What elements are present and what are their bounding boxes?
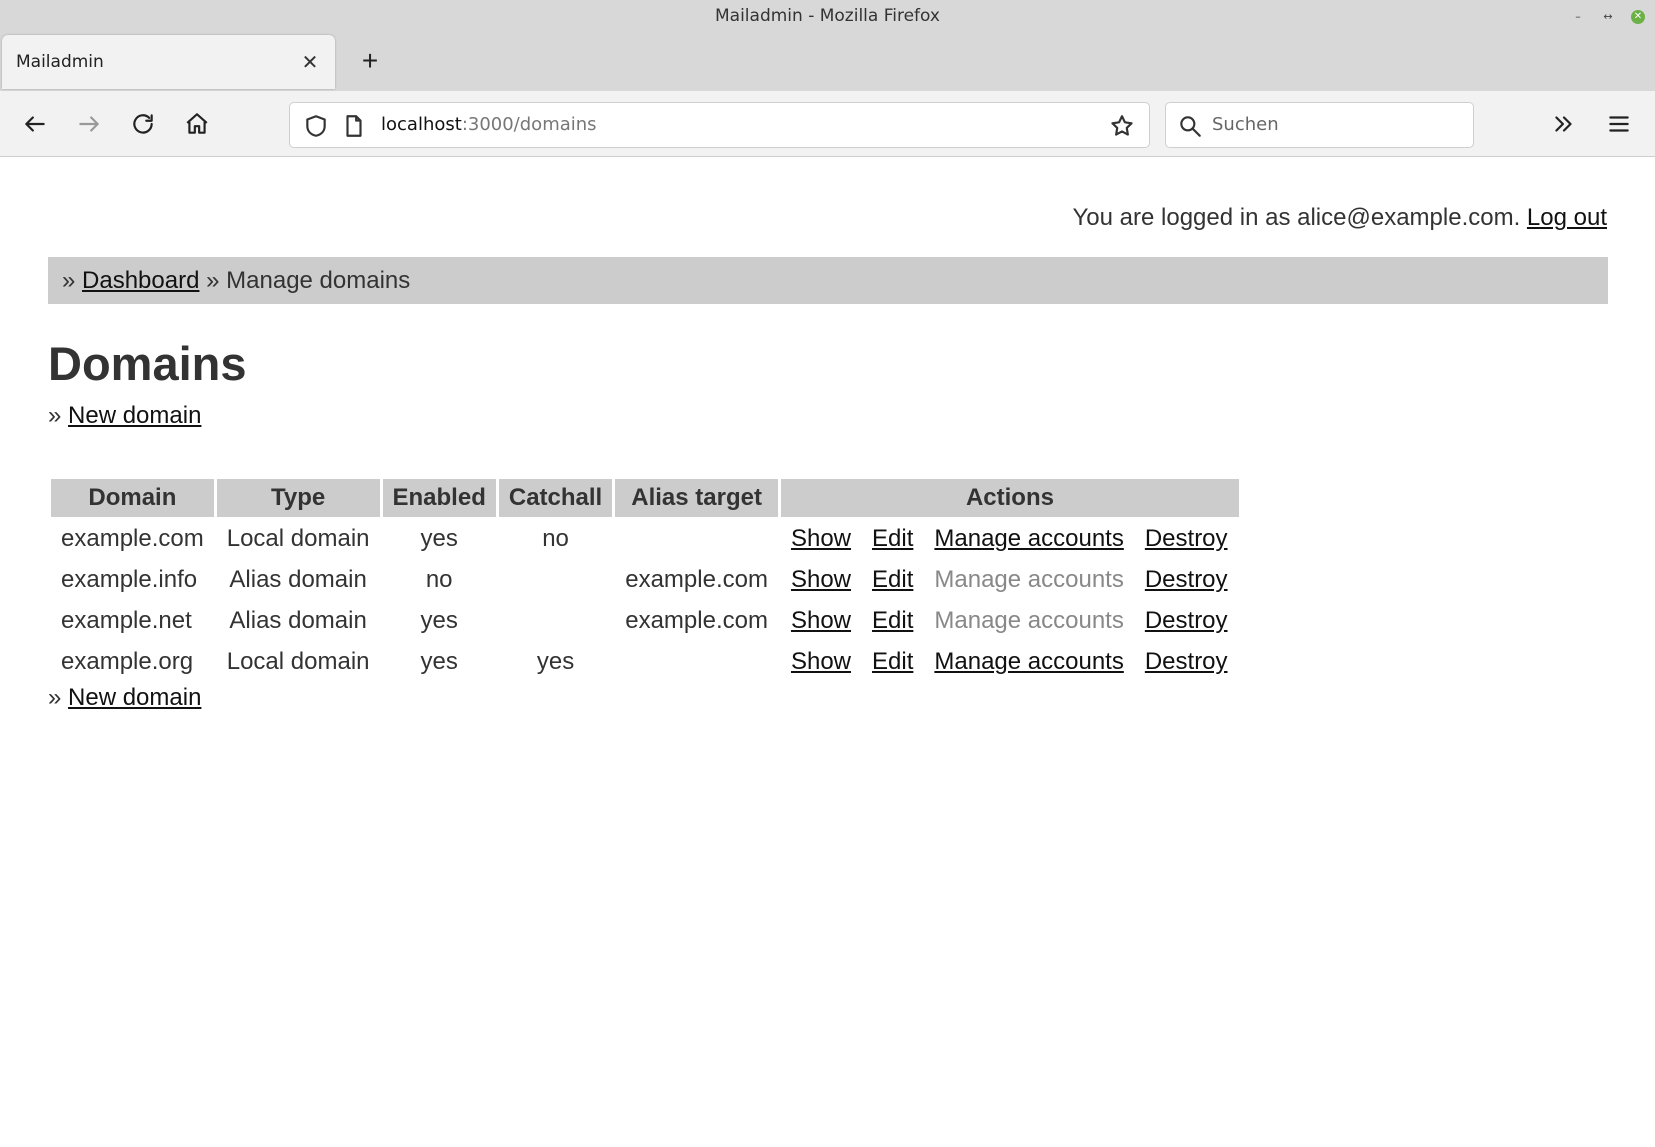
edit-link[interactable]: Edit bbox=[872, 525, 913, 553]
new-domain-bottom: » New domain bbox=[48, 684, 201, 712]
window-controls: – ↔ ✕ bbox=[1571, 0, 1645, 33]
overflow-chevrons-icon[interactable] bbox=[1548, 108, 1580, 140]
cell-catchall bbox=[499, 561, 612, 599]
tab-mailadmin[interactable]: Mailadmin ✕ bbox=[2, 35, 335, 89]
table-row: example.org Local domain yes yes Show Edit Man… bbox=[51, 643, 1239, 681]
manage-accounts-link[interactable]: Manage accounts bbox=[934, 525, 1123, 553]
nav-toolbar: localhost:3000/domains Suchen bbox=[0, 91, 1655, 157]
show-link[interactable]: Show bbox=[791, 607, 851, 635]
cell-type: Alias domain bbox=[229, 566, 367, 593]
cell-enabled: yes bbox=[420, 648, 458, 675]
cell-enabled: no bbox=[425, 566, 453, 593]
window-close-icon[interactable]: ✕ bbox=[1631, 9, 1645, 24]
header-enabled: Enabled bbox=[382, 479, 496, 517]
cell-catchall: yes bbox=[536, 648, 575, 675]
window-title: Mailadmin - Mozilla Firefox bbox=[715, 6, 940, 26]
url-bar[interactable]: localhost:3000/domains bbox=[289, 102, 1150, 148]
cell-alias-target bbox=[615, 643, 778, 681]
breadcrumb-dashboard-link[interactable]: Dashboard bbox=[82, 267, 199, 294]
manage-accounts-disabled: Manage accounts bbox=[934, 566, 1124, 593]
edit-link[interactable]: Edit bbox=[872, 607, 913, 635]
domains-table: Domain Type Enabled Catchall Alias targe… bbox=[48, 476, 1242, 684]
cell-alias-target: example.com bbox=[625, 607, 768, 634]
cell-type: Local domain bbox=[226, 648, 370, 675]
reload-icon[interactable] bbox=[127, 108, 159, 140]
page-title: Domains bbox=[48, 337, 247, 390]
page-content: You are logged in as alice@example.com. … bbox=[0, 158, 1655, 1147]
table-header-row: Domain Type Enabled Catchall Alias targe… bbox=[51, 479, 1239, 517]
cell-type: Local domain bbox=[226, 525, 370, 552]
cell-type: Alias domain bbox=[229, 607, 367, 634]
cell-actions: Show Edit Manage accounts Destroy bbox=[781, 561, 1239, 599]
header-type: Type bbox=[216, 479, 380, 517]
edit-link[interactable]: Edit bbox=[872, 648, 913, 676]
cell-domain: example.info bbox=[61, 566, 198, 593]
breadcrumb-separator: » bbox=[62, 267, 76, 294]
back-icon[interactable] bbox=[19, 108, 51, 140]
logout-link[interactable]: Log out bbox=[1527, 204, 1607, 231]
header-domain: Domain bbox=[51, 479, 214, 517]
cell-domain: example.net bbox=[61, 607, 192, 634]
table-row: example.com Local domain yes no Show Edit Mana… bbox=[51, 520, 1239, 558]
breadcrumb-separator: » bbox=[206, 267, 220, 294]
cell-actions: Show Edit Manage accounts Destroy bbox=[781, 520, 1239, 558]
search-icon bbox=[1174, 110, 1206, 142]
new-domain-prefix: » bbox=[48, 402, 62, 429]
search-placeholder: Suchen bbox=[1212, 114, 1279, 135]
new-tab-icon[interactable]: + bbox=[355, 47, 385, 77]
new-domain-prefix: » bbox=[48, 684, 62, 711]
edit-link[interactable]: Edit bbox=[872, 566, 913, 594]
cell-actions: Show Edit Manage accounts Destroy bbox=[781, 643, 1239, 681]
cell-domain: example.org bbox=[61, 648, 194, 675]
new-domain-top: » New domain bbox=[48, 402, 201, 430]
url-text[interactable]: localhost:3000/domains bbox=[381, 103, 597, 147]
cell-enabled: yes bbox=[420, 525, 458, 552]
manage-accounts-disabled: Manage accounts bbox=[934, 607, 1124, 634]
cell-alias-target bbox=[615, 520, 778, 558]
header-actions: Actions bbox=[780, 479, 1239, 517]
table-row: example.info Alias domain no example.com Sho… bbox=[51, 561, 1239, 599]
tab-bar: Mailadmin ✕ + bbox=[0, 33, 1655, 91]
destroy-link[interactable]: Destroy bbox=[1145, 525, 1228, 553]
table-row: example.net Alias domain yes example.com Sho… bbox=[51, 602, 1239, 640]
cell-alias-target: example.com bbox=[625, 566, 768, 593]
show-link[interactable]: Show bbox=[791, 648, 851, 676]
page-icon[interactable] bbox=[338, 110, 370, 142]
cell-catchall: no bbox=[542, 525, 569, 552]
login-status: You are logged in as alice@example.com. … bbox=[1073, 204, 1608, 232]
breadcrumb: » Dashboard » Manage domains bbox=[48, 257, 1608, 304]
cell-actions: Show Edit Manage accounts Destroy bbox=[781, 602, 1239, 640]
url-host: localhost bbox=[381, 114, 462, 135]
tab-title: Mailadmin bbox=[16, 52, 104, 72]
new-domain-link[interactable]: New domain bbox=[68, 684, 201, 711]
cell-enabled: yes bbox=[420, 607, 458, 634]
show-link[interactable]: Show bbox=[791, 525, 851, 553]
new-domain-link[interactable]: New domain bbox=[68, 402, 201, 429]
destroy-link[interactable]: Destroy bbox=[1145, 607, 1228, 635]
maximize-icon[interactable]: ↔ bbox=[1601, 10, 1615, 24]
login-text: You are logged in as alice@example.com. bbox=[1072, 204, 1521, 231]
destroy-link[interactable]: Destroy bbox=[1145, 566, 1228, 594]
bookmark-star-icon[interactable] bbox=[1106, 110, 1138, 142]
search-bar[interactable]: Suchen bbox=[1165, 102, 1474, 148]
tab-close-icon[interactable]: ✕ bbox=[299, 50, 321, 74]
url-path: :3000/domains bbox=[461, 114, 597, 135]
shield-icon[interactable] bbox=[300, 110, 332, 142]
hamburger-menu-icon[interactable] bbox=[1603, 108, 1635, 140]
cell-domain: example.com bbox=[61, 525, 204, 552]
header-alias-target: Alias target bbox=[615, 479, 778, 517]
header-catchall: Catchall bbox=[498, 479, 613, 517]
breadcrumb-current: Manage domains bbox=[226, 267, 411, 294]
home-icon[interactable] bbox=[181, 108, 213, 140]
manage-accounts-link[interactable]: Manage accounts bbox=[934, 648, 1123, 676]
window-titlebar: Mailadmin - Mozilla Firefox – ↔ ✕ bbox=[0, 0, 1655, 33]
cell-catchall bbox=[499, 602, 612, 640]
destroy-link[interactable]: Destroy bbox=[1145, 648, 1228, 676]
show-link[interactable]: Show bbox=[791, 566, 851, 594]
minimize-icon[interactable]: – bbox=[1571, 10, 1585, 24]
forward-icon[interactable] bbox=[73, 108, 105, 140]
